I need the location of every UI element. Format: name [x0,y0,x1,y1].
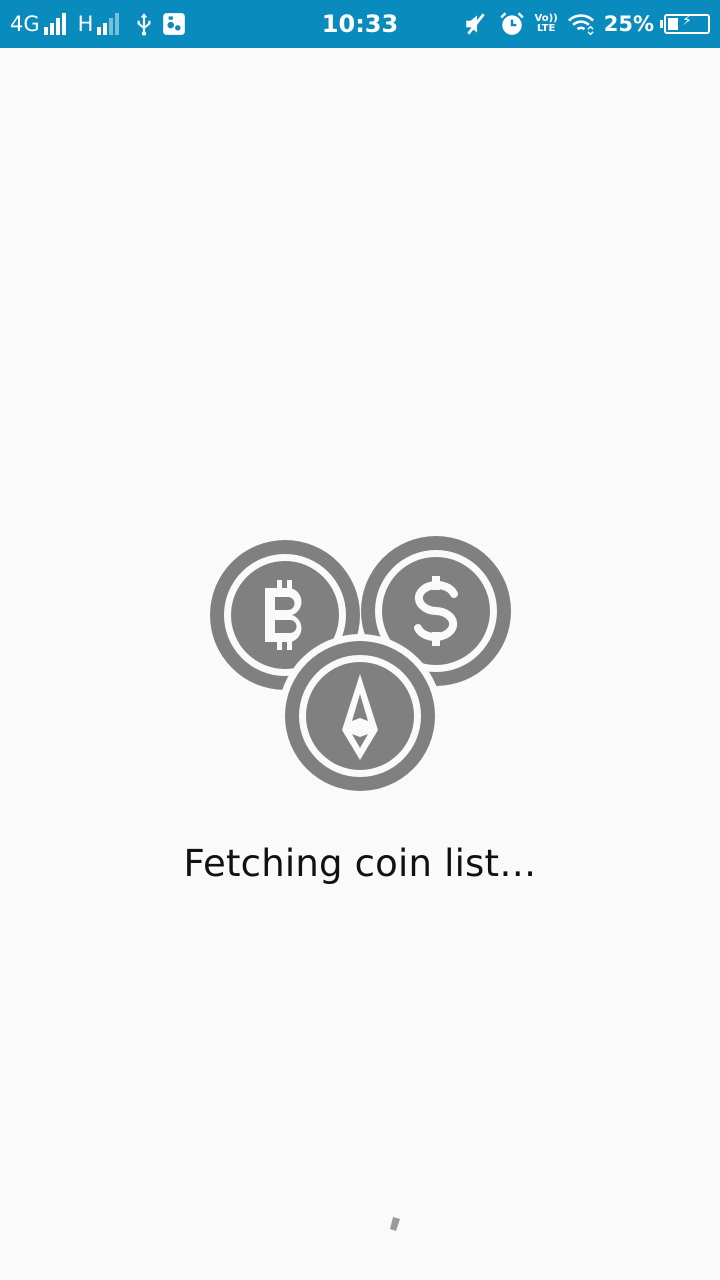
loading-spinner-icon [390,1217,400,1231]
signal2-icon [97,13,120,35]
apk-icon [163,13,186,35]
usb-icon [137,13,151,36]
volte-icon: Vo)) LTE [535,14,558,34]
status-left: 4G H [10,11,290,37]
status-right: Vo)) LTE 25% ⚡ [463,11,710,37]
status-bar: 4G H 10:33 Vo)) LTE 25% ⚡ [0,0,720,48]
signal-icon [43,13,66,35]
network2-type-label: H [77,11,94,36]
ethereum-coin-icon [278,634,442,794]
loading-screen: Fetching coin list… [0,48,720,1280]
coins-illustration [210,536,511,794]
battery-percent: 25% [603,12,654,36]
volte-bottom-label: LTE [536,23,556,34]
wifi-icon [567,14,594,36]
battery-icon: ⚡ [660,13,710,34]
network-type-label: 4G [10,11,40,36]
alarm-icon [499,12,524,35]
mute-icon [465,13,485,35]
loading-message: Fetching coin list… [183,842,537,885]
